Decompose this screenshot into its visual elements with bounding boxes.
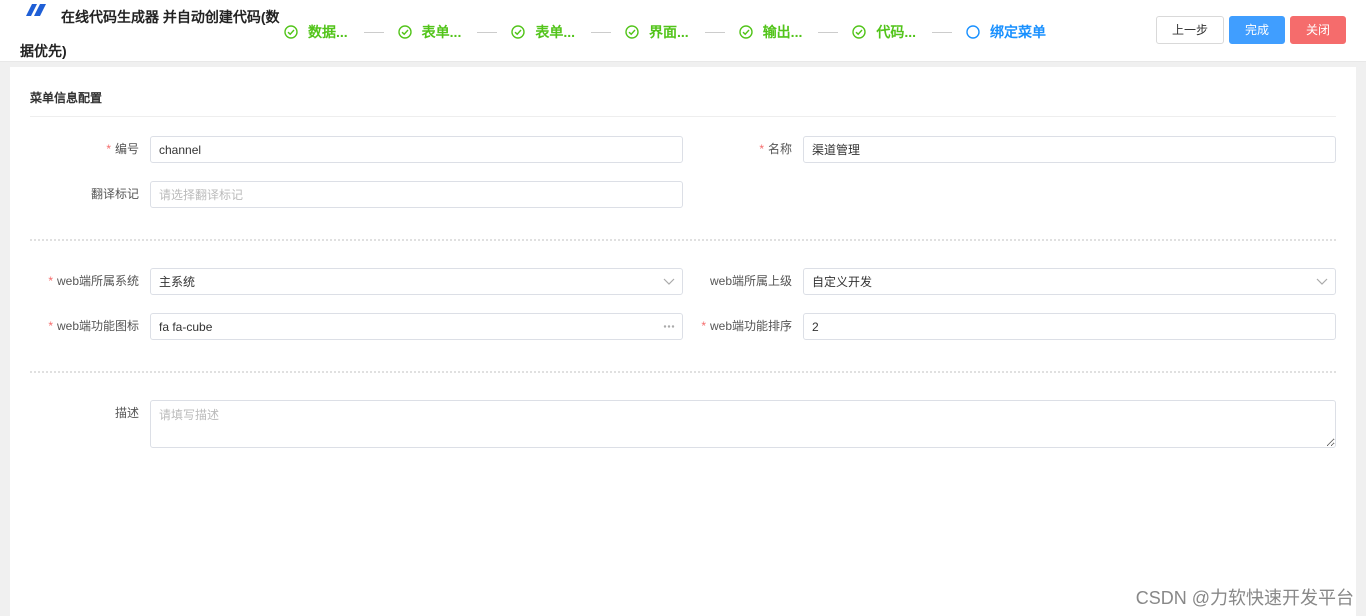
step-label: 表单...	[421, 24, 462, 40]
dotted-divider	[30, 371, 1336, 373]
step-bar: 数据... 表单... 表单... 界面... 输出... 代码... 绑定菜单	[284, 22, 1046, 42]
header: 在线代码生成器 并自动创建代码(数据优先) 数据... 表单... 表单... …	[0, 0, 1366, 62]
web-icon-label-text: web端功能图标	[56, 319, 139, 333]
chevron-down-icon	[663, 278, 675, 285]
section-title: 菜单信息配置	[30, 91, 103, 105]
step-7[interactable]: 绑定菜单	[966, 22, 1046, 42]
check-circle-icon	[511, 25, 526, 39]
step-1[interactable]: 数据...	[284, 22, 348, 42]
step-6[interactable]: 代码...	[852, 22, 916, 42]
web-system-value[interactable]	[150, 268, 683, 295]
step-4[interactable]: 界面...	[625, 22, 689, 42]
step-2[interactable]: 表单...	[397, 22, 462, 42]
check-circle-icon	[852, 25, 867, 39]
web-icon-picker[interactable]	[150, 313, 683, 340]
done-button[interactable]: 完成	[1229, 16, 1285, 44]
close-button[interactable]: 关闭	[1290, 16, 1346, 44]
check-circle-icon	[397, 25, 412, 39]
step-divider	[591, 31, 612, 33]
web-parent-value[interactable]	[803, 268, 1336, 295]
ellipsis-icon[interactable]	[663, 313, 675, 340]
translate-input[interactable]	[150, 181, 683, 208]
desc-textarea[interactable]	[150, 400, 1336, 448]
check-circle-icon	[284, 25, 298, 39]
step-label: 数据...	[308, 24, 348, 40]
step-label: 绑定菜单	[990, 24, 1047, 40]
web-order-input[interactable]	[803, 313, 1336, 340]
form-panel: 菜单信息配置 *编号 *名称 翻译标记 *web端所属系统 web端所属上级 *…	[10, 67, 1356, 616]
check-circle-icon	[738, 25, 753, 39]
web-icon-label: * web端功能图标	[30, 313, 139, 339]
web-order-label: * web端功能排序	[690, 313, 792, 339]
step-divider	[363, 31, 384, 33]
check-circle-icon	[625, 25, 639, 39]
desc-label: 描述	[114, 406, 139, 420]
web-parent-label: web端所属上级	[709, 274, 792, 288]
step-5[interactable]: 输出...	[738, 22, 803, 42]
web-parent-select[interactable]	[803, 268, 1336, 295]
page-title: 在线代码生成器 并自动创建代码(数据优先)	[20, 9, 280, 59]
web-system-label-text: web端所属系统	[56, 274, 139, 288]
step-divider	[704, 31, 725, 33]
web-system-select[interactable]	[150, 268, 683, 295]
required-mark: *	[48, 319, 53, 333]
code-label-text: 编号	[114, 142, 139, 156]
name-label: * 名称	[690, 136, 792, 162]
web-system-label: * web端所属系统	[30, 268, 139, 294]
name-label-text: 名称	[767, 142, 792, 156]
circle-icon	[966, 25, 980, 39]
step-divider	[932, 31, 953, 33]
web-order-label-text: web端功能排序	[709, 319, 792, 333]
code-input[interactable]	[150, 136, 683, 163]
step-divider	[477, 31, 498, 33]
web-icon-value[interactable]	[150, 313, 683, 340]
code-label: * 编号	[30, 136, 139, 162]
dotted-divider	[30, 239, 1336, 241]
watermark: CSDN @力软快速开发平台	[1135, 588, 1354, 608]
section-divider	[30, 116, 1336, 117]
chevron-down-icon	[1316, 278, 1328, 285]
step-label: 表单...	[535, 24, 576, 40]
prev-button[interactable]: 上一步	[1156, 16, 1224, 44]
required-mark: *	[106, 142, 111, 156]
step-divider	[818, 31, 839, 33]
name-input[interactable]	[803, 136, 1336, 163]
step-label: 代码...	[876, 24, 917, 40]
required-mark: *	[48, 274, 53, 288]
step-label: 输出...	[762, 24, 803, 40]
step-label: 界面...	[649, 24, 689, 40]
step-3[interactable]: 表单...	[511, 22, 575, 42]
translate-label: 翻译标记	[90, 187, 139, 201]
required-mark: *	[701, 319, 706, 333]
required-mark: *	[759, 142, 764, 156]
